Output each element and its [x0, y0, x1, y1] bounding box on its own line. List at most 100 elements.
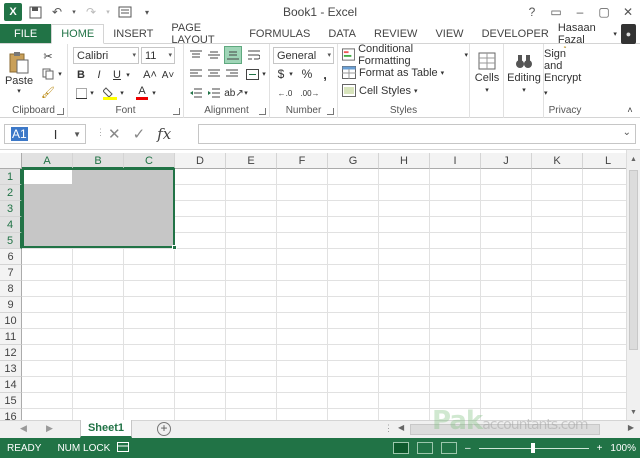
fill-color-dropdown-icon[interactable]: ▾	[118, 85, 126, 101]
tab-split-grip-icon[interactable]: ⋮	[384, 423, 393, 434]
bold-button[interactable]: B	[74, 67, 88, 83]
copy-dropdown-icon[interactable]: ▾	[56, 66, 64, 82]
worksheet-grid[interactable]: ABCDEFGHIJKL 1 2 3 4 5 6 7 8 9 10 11 12 13 14 15 16 ▲ ▼	[0, 150, 640, 420]
copy-icon[interactable]	[40, 66, 56, 82]
zoom-slider[interactable]	[478, 442, 589, 453]
row-header-14[interactable]: 14	[0, 377, 22, 393]
save-icon[interactable]	[26, 3, 44, 21]
undo-icon[interactable]: ↶	[48, 3, 66, 21]
column-header-f[interactable]: F	[277, 153, 328, 169]
redo-icon[interactable]: ↷	[82, 3, 100, 21]
number-format-combo[interactable]: General ▾	[273, 47, 334, 64]
page-layout-view-icon[interactable]	[417, 442, 434, 454]
row-header-4[interactable]: 4	[0, 217, 22, 233]
format-as-table-button[interactable]: Format as Table ▾	[342, 64, 468, 81]
collapse-ribbon-icon[interactable]: ˄	[624, 104, 636, 116]
row-header-2[interactable]: 2	[0, 185, 22, 201]
active-cell[interactable]	[24, 170, 72, 184]
customize-qat-icon[interactable]: ▾	[138, 3, 156, 21]
increase-indent-icon[interactable]	[206, 85, 222, 101]
number-launcher-icon[interactable]	[327, 108, 334, 115]
italic-button[interactable]: I	[92, 67, 106, 83]
currency-button[interactable]: $	[275, 66, 287, 82]
form-icon[interactable]	[116, 3, 134, 21]
format-painter-icon[interactable]: 🖌	[40, 84, 56, 100]
wrap-text-icon[interactable]	[246, 47, 262, 63]
decrease-decimal-icon[interactable]: .00→	[300, 85, 320, 101]
orientation-dropdown-icon[interactable]: ▾	[242, 85, 250, 101]
borders-dropdown-icon[interactable]: ▾	[88, 85, 96, 101]
column-header-e[interactable]: E	[226, 153, 277, 169]
scroll-right-icon[interactable]: ▶	[628, 423, 634, 432]
row-header-9[interactable]: 9	[0, 297, 22, 313]
zoom-out-icon[interactable]: –	[465, 443, 471, 454]
increase-decimal-icon[interactable]: ←.0	[275, 85, 295, 101]
prev-sheet-icon[interactable]: ◀	[20, 423, 27, 434]
orientation-icon[interactable]: ab↗	[224, 85, 244, 101]
underline-dropdown-icon[interactable]: ▾	[124, 67, 132, 83]
scroll-up-icon[interactable]: ▲	[627, 153, 640, 167]
merge-center-icon[interactable]	[244, 66, 260, 82]
row-header-5[interactable]: 5	[0, 233, 22, 249]
column-header-c[interactable]: C	[124, 153, 175, 169]
macro-record-icon[interactable]	[110, 441, 130, 455]
clipboard-launcher-icon[interactable]	[57, 108, 64, 115]
sheet-tab-sheet1[interactable]: Sheet1	[80, 420, 132, 438]
enter-icon[interactable]: ✓	[133, 125, 146, 143]
underline-button[interactable]: U	[110, 67, 124, 83]
alignment-launcher-icon[interactable]	[259, 108, 266, 115]
insert-function-icon[interactable]: fx	[157, 125, 171, 143]
increase-font-button[interactable]: A˄	[142, 67, 158, 83]
editing-button[interactable]: Editing ▾	[507, 46, 541, 100]
row-header-16[interactable]: 16	[0, 409, 22, 420]
row-header-1[interactable]: 1	[0, 169, 22, 185]
column-header-b[interactable]: B	[73, 153, 124, 169]
zoom-in-icon[interactable]: +	[597, 443, 603, 454]
align-left-icon[interactable]	[188, 66, 204, 82]
row-header-7[interactable]: 7	[0, 265, 22, 281]
undo-dropdown-icon[interactable]: ▾	[70, 3, 78, 21]
row-header-6[interactable]: 6	[0, 249, 22, 265]
tab-file[interactable]: FILE	[0, 24, 52, 43]
row-header-10[interactable]: 10	[0, 313, 22, 329]
column-header-a[interactable]: A	[22, 153, 73, 169]
align-center-icon[interactable]	[206, 66, 222, 82]
cells-button[interactable]: Cells ▾	[473, 46, 501, 100]
align-top-icon[interactable]	[188, 47, 204, 63]
scroll-down-icon[interactable]: ▼	[627, 406, 640, 420]
maximize-icon[interactable]: ▢	[592, 0, 616, 24]
tab-page-layout[interactable]: PAGE LAYOUT	[162, 22, 240, 46]
align-bottom-icon[interactable]	[224, 46, 242, 64]
column-header-i[interactable]: I	[430, 153, 481, 169]
row-header-8[interactable]: 8	[0, 281, 22, 297]
formula-input[interactable]: ⌄	[198, 124, 636, 144]
comma-button[interactable]: ,	[318, 66, 332, 82]
tab-home[interactable]: HOME	[51, 24, 105, 44]
tab-review[interactable]: REVIEW	[365, 24, 426, 43]
font-color-dropdown-icon[interactable]: ▾	[150, 85, 158, 101]
currency-dropdown-icon[interactable]: ▾	[287, 66, 295, 82]
font-color-icon[interactable]: A	[134, 85, 150, 101]
column-header-j[interactable]: J	[481, 153, 532, 169]
row-header-15[interactable]: 15	[0, 393, 22, 409]
paste-button[interactable]: Paste ▾	[5, 48, 33, 98]
close-icon[interactable]: ✕	[616, 0, 640, 24]
redo-dropdown-icon[interactable]: ▾	[104, 3, 112, 21]
font-size-combo[interactable]: 11 ▾	[141, 47, 175, 64]
cut-icon[interactable]: ✂	[40, 48, 56, 64]
column-header-g[interactable]: G	[328, 153, 379, 169]
row-header-13[interactable]: 13	[0, 361, 22, 377]
row-header-11[interactable]: 11	[0, 329, 22, 345]
horizontal-scroll-thumb[interactable]	[410, 424, 600, 435]
fill-handle[interactable]	[172, 245, 177, 250]
row-header-12[interactable]: 12	[0, 345, 22, 361]
cell-styles-button[interactable]: Cell Styles ▾	[342, 82, 468, 99]
select-all-corner[interactable]	[0, 153, 22, 169]
tab-formulas[interactable]: FORMULAS	[240, 24, 319, 43]
zoom-level[interactable]: 100%	[610, 443, 636, 454]
zoom-slider-knob[interactable]	[530, 442, 535, 453]
merge-dropdown-icon[interactable]: ▾	[260, 66, 268, 82]
horizontal-scrollbar[interactable]: ◀ ▶	[396, 423, 636, 436]
vertical-scrollbar[interactable]: ▲ ▼	[626, 150, 640, 420]
tab-developer[interactable]: DEVELOPER	[473, 24, 558, 43]
